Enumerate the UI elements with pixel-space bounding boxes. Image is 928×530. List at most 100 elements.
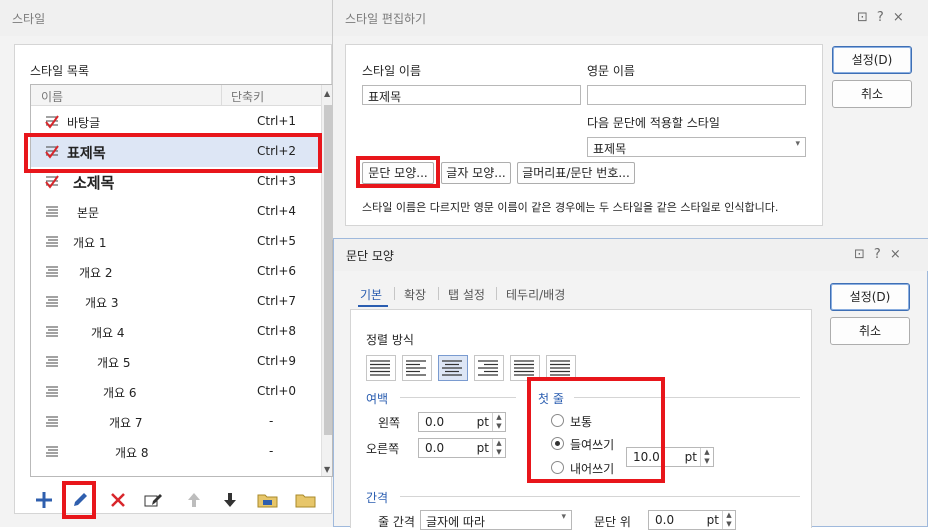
edit-dialog-window-icons: ⊡?× (857, 10, 913, 25)
scroll-up-arrow-icon[interactable]: ▲ (324, 89, 330, 98)
style-shortcut: Ctrl+0 (257, 384, 297, 398)
style-list-item[interactable]: 개요 6 Ctrl+0 (31, 377, 321, 407)
style-list-item[interactable]: 개요 2 Ctrl+6 (31, 257, 321, 287)
open-folder-icon[interactable] (292, 486, 320, 514)
style-shortcut: Ctrl+3 (257, 174, 297, 188)
add-icon[interactable] (30, 486, 58, 514)
layout-icon[interactable]: ⊡ (854, 247, 874, 262)
style-shortcut: Ctrl+8 (257, 324, 297, 338)
char-style-check-icon (45, 115, 59, 129)
line-spacing-label: 줄 간격 (378, 515, 415, 529)
paragraph-style-icon (45, 325, 59, 339)
highlight-selected-style (24, 133, 322, 173)
paragraph-style-icon (45, 355, 59, 369)
next-style-label: 다음 문단에 적용할 스타일 (587, 116, 720, 130)
paragraph-style-icon (45, 415, 59, 429)
help-icon[interactable]: ? (877, 10, 893, 25)
style-shortcut: Ctrl+4 (257, 204, 297, 218)
style-list-item[interactable]: 개요 5 Ctrl+9 (31, 347, 321, 377)
move-down-icon[interactable] (216, 486, 244, 514)
paragraph-style-icon (45, 385, 59, 399)
edit-ok-button[interactable]: 설정(D) (832, 46, 912, 74)
tab-border-background[interactable]: 테두리/배경 (506, 286, 565, 303)
para-ok-button[interactable]: 설정(D) (830, 283, 910, 311)
style-shortcut: Ctrl+1 (257, 114, 297, 128)
margin-section-label: 여백 (366, 392, 389, 406)
paragraph-style-icon (45, 445, 59, 459)
edit-cancel-button[interactable]: 취소 (832, 80, 912, 108)
highlight-paragraph-button (356, 156, 440, 188)
style-shortcut: - (269, 444, 274, 458)
style-name: 개요 5 (97, 356, 131, 370)
import-icon[interactable] (254, 486, 282, 514)
layout-icon[interactable]: ⊡ (857, 10, 877, 25)
style-list-item[interactable]: 개요 4 Ctrl+8 (31, 317, 321, 347)
style-list-item[interactable]: 개요 3 Ctrl+7 (31, 287, 321, 317)
highlight-edit-button (62, 481, 96, 519)
column-shortcut[interactable]: 단축키 (231, 88, 264, 105)
style-name-label: 스타일 이름 (362, 64, 422, 78)
style-name: 소제목 (73, 174, 115, 192)
move-up-icon (180, 486, 208, 514)
edit-style-dialog: 스타일 편집하기 ⊡?× 스타일 이름 표제목 영문 이름 다음 문단에 적용할… (332, 0, 928, 240)
right-margin-input[interactable]: 0.0 pt ▲ ▼ (418, 438, 506, 458)
style-name: 본문 (77, 206, 100, 220)
style-shortcut: Ctrl+9 (257, 354, 297, 368)
edit-shortcut-icon[interactable] (140, 486, 168, 514)
english-name-input[interactable] (587, 85, 806, 105)
para-dialog-window-icons: ⊡?× (854, 247, 910, 262)
next-style-value: 표제목 (593, 142, 627, 156)
style-name: 개요 8 (115, 446, 149, 460)
style-list-item[interactable]: 개요 1 Ctrl+5 (31, 227, 321, 257)
close-icon[interactable]: × (890, 247, 910, 262)
style-shortcut: Ctrl+5 (257, 234, 297, 248)
active-tab-indicator (358, 305, 388, 307)
english-name-label: 영문 이름 (587, 64, 635, 78)
tab-tab-settings[interactable]: 탭 설정 (448, 286, 485, 303)
align-right-icon[interactable] (474, 355, 504, 381)
tab-basic[interactable]: 기본 (360, 286, 382, 303)
scroll-down-arrow-icon[interactable]: ▼ (324, 465, 330, 474)
column-name[interactable]: 이름 (41, 88, 63, 105)
align-center-icon[interactable] (438, 355, 468, 381)
paragraph-style-icon (45, 205, 59, 219)
style-shortcut: Ctrl+7 (257, 294, 297, 308)
style-list-title: 스타일 목록 (30, 64, 90, 78)
help-icon[interactable]: ? (874, 247, 890, 262)
style-dialog-title: 스타일 (0, 0, 338, 36)
paragraph-style-icon (45, 295, 59, 309)
style-name: 개요 3 (85, 296, 119, 310)
close-icon[interactable]: × (893, 10, 913, 25)
tab-extended[interactable]: 확장 (404, 286, 426, 303)
style-name-input[interactable]: 표제목 (362, 85, 581, 105)
dropdown-arrow-icon: ▾ (795, 139, 800, 149)
delete-icon[interactable] (104, 486, 132, 514)
style-list-item[interactable]: 개요 7 - (31, 407, 321, 437)
dropdown-arrow-icon: ▾ (561, 512, 566, 522)
left-margin-input[interactable]: 0.0 pt ▲ ▼ (418, 412, 506, 432)
style-shortcut: Ctrl+6 (257, 264, 297, 278)
style-dialog: 스타일 스타일 목록 이름 단축키 바탕글 Ctrl+1 표제목 Ctrl+2 소제목 C… (0, 0, 338, 527)
bullet-numbering-button[interactable]: 글머리표/문단 번호... (517, 162, 635, 184)
style-name: 바탕글 (67, 116, 101, 130)
next-style-select[interactable]: 표제목 ▾ (587, 137, 806, 157)
align-left-icon[interactable] (402, 355, 432, 381)
align-justify-icon[interactable] (366, 355, 396, 381)
style-list-item[interactable]: 본문 Ctrl+4 (31, 197, 321, 227)
char-style-check-icon (45, 175, 59, 189)
para-above-input[interactable]: 0.0 pt ▲ ▼ (648, 510, 736, 530)
scroll-thumb[interactable] (324, 105, 332, 435)
char-shape-button[interactable]: 글자 모양... (441, 162, 511, 184)
style-list-item[interactable]: 개요 8 - (31, 437, 321, 467)
para-above-label: 문단 위 (594, 515, 631, 529)
spacing-section-label: 간격 (366, 491, 389, 505)
paragraph-shape-dialog: 문단 모양 ⊡?× 기본 확장 탭 설정 테두리/배경 정렬 방식 여백 왼쪽 … (333, 238, 928, 530)
line-spacing-select[interactable]: 글자에 따라 ▾ (420, 510, 572, 530)
para-cancel-button[interactable]: 취소 (830, 317, 910, 345)
style-name: 개요 4 (91, 326, 125, 340)
style-list-header: 이름 단축키 (31, 85, 332, 106)
style-note: 스타일 이름은 다르지만 영문 이름이 같은 경우에는 두 스타일을 같은 스타… (362, 201, 779, 214)
style-name: 개요 2 (79, 266, 113, 280)
style-name: 개요 7 (109, 416, 143, 430)
align-label: 정렬 방식 (366, 333, 414, 347)
